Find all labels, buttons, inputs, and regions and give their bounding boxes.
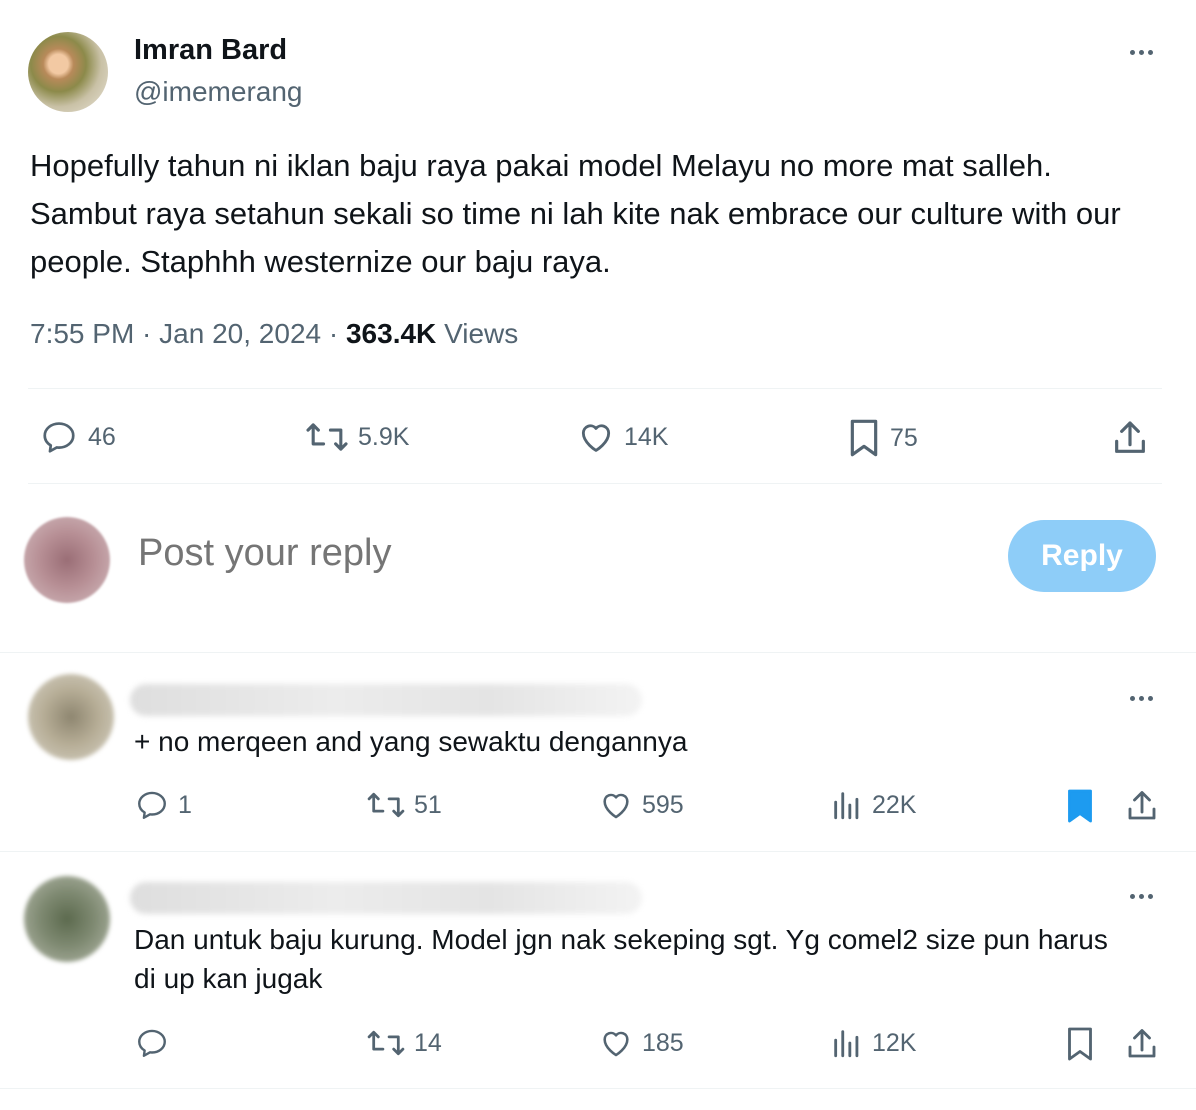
reply-text: + no merqeen and yang sewaktu dengannya <box>134 726 688 757</box>
reply-action[interactable]: 1 <box>134 788 192 822</box>
views-icon <box>834 1030 859 1058</box>
repost-action[interactable]: 51 <box>366 788 442 822</box>
divider <box>0 851 1196 852</box>
like-icon <box>581 424 611 452</box>
views-label: Views <box>444 318 519 349</box>
views-icon <box>834 792 859 820</box>
repost-icon <box>367 1030 405 1056</box>
reply-icon <box>138 791 166 819</box>
reply-count: 46 <box>88 422 116 451</box>
reply-count: 1 <box>178 790 192 819</box>
like-count: 185 <box>642 1028 684 1057</box>
views-action[interactable]: 22K <box>830 788 916 822</box>
bookmark-icon <box>1068 789 1092 823</box>
tweet-time[interactable]: 7:55 PM <box>30 318 134 349</box>
more-icon[interactable] <box>1124 886 1158 906</box>
reply-action[interactable]: 46 <box>38 418 116 456</box>
like-action[interactable]: 185 <box>598 1026 684 1060</box>
like-action[interactable]: 595 <box>598 788 684 822</box>
more-icon[interactable] <box>1124 42 1158 62</box>
reply-input[interactable] <box>138 532 938 575</box>
author-avatar[interactable] <box>28 32 108 112</box>
repost-icon <box>367 792 405 818</box>
repost-count: 14 <box>414 1028 442 1057</box>
reply-icon <box>138 1029 166 1057</box>
author-handle[interactable]: @imemerang <box>134 76 302 108</box>
bookmark-count: 75 <box>890 423 918 452</box>
bookmark-icon <box>1068 1027 1092 1061</box>
divider <box>28 483 1162 484</box>
bookmark-action[interactable] <box>1064 1026 1096 1062</box>
repost-action[interactable]: 14 <box>366 1026 442 1060</box>
share-icon <box>1128 1029 1156 1058</box>
like-action[interactable]: 14K <box>576 418 668 456</box>
views-count: 22K <box>872 790 917 819</box>
share-icon <box>1115 421 1145 453</box>
share-icon <box>1128 791 1156 820</box>
views-action[interactable]: 12K <box>830 1026 916 1060</box>
like-icon <box>603 1031 629 1057</box>
more-icon[interactable] <box>1124 688 1158 708</box>
tweet-meta: 7:55 PM · Jan 20, 2024 · 363.4K Views <box>30 318 519 349</box>
bookmark-action[interactable]: 75 <box>846 418 918 458</box>
divider <box>28 388 1162 389</box>
tweet-text: Hopefully tahun ni iklan baju raya pakai… <box>30 148 1121 279</box>
repost-icon <box>306 423 348 451</box>
bookmark-action[interactable] <box>1064 788 1096 824</box>
like-count: 595 <box>642 790 684 819</box>
divider <box>0 1088 1196 1089</box>
reply-button[interactable]: Reply <box>1008 520 1156 592</box>
share-action[interactable] <box>1124 788 1160 824</box>
bookmark-icon <box>850 419 878 457</box>
divider <box>0 652 1196 653</box>
share-action[interactable] <box>1110 418 1150 458</box>
reply-avatar[interactable] <box>28 674 114 760</box>
redacted-username <box>130 684 642 716</box>
repost-action[interactable]: 5.9K <box>304 418 409 456</box>
repost-count: 51 <box>414 790 442 819</box>
author-name[interactable]: Imran Bard <box>134 34 287 67</box>
views-count: 12K <box>872 1028 917 1057</box>
like-count: 14K <box>624 422 669 451</box>
current-user-avatar[interactable] <box>24 517 110 603</box>
repost-count: 5.9K <box>358 422 410 451</box>
reply-text: Dan untuk baju kurung. Model jgn nak sek… <box>134 924 1108 994</box>
like-icon <box>603 793 629 819</box>
reply-avatar[interactable] <box>24 876 110 962</box>
tweet-date[interactable]: Jan 20, 2024 <box>159 318 321 349</box>
redacted-username <box>130 882 642 914</box>
views-count: 363.4K <box>345 318 437 349</box>
reply-action[interactable] <box>134 1026 178 1060</box>
share-action[interactable] <box>1124 1026 1160 1062</box>
reply-icon <box>43 422 75 453</box>
